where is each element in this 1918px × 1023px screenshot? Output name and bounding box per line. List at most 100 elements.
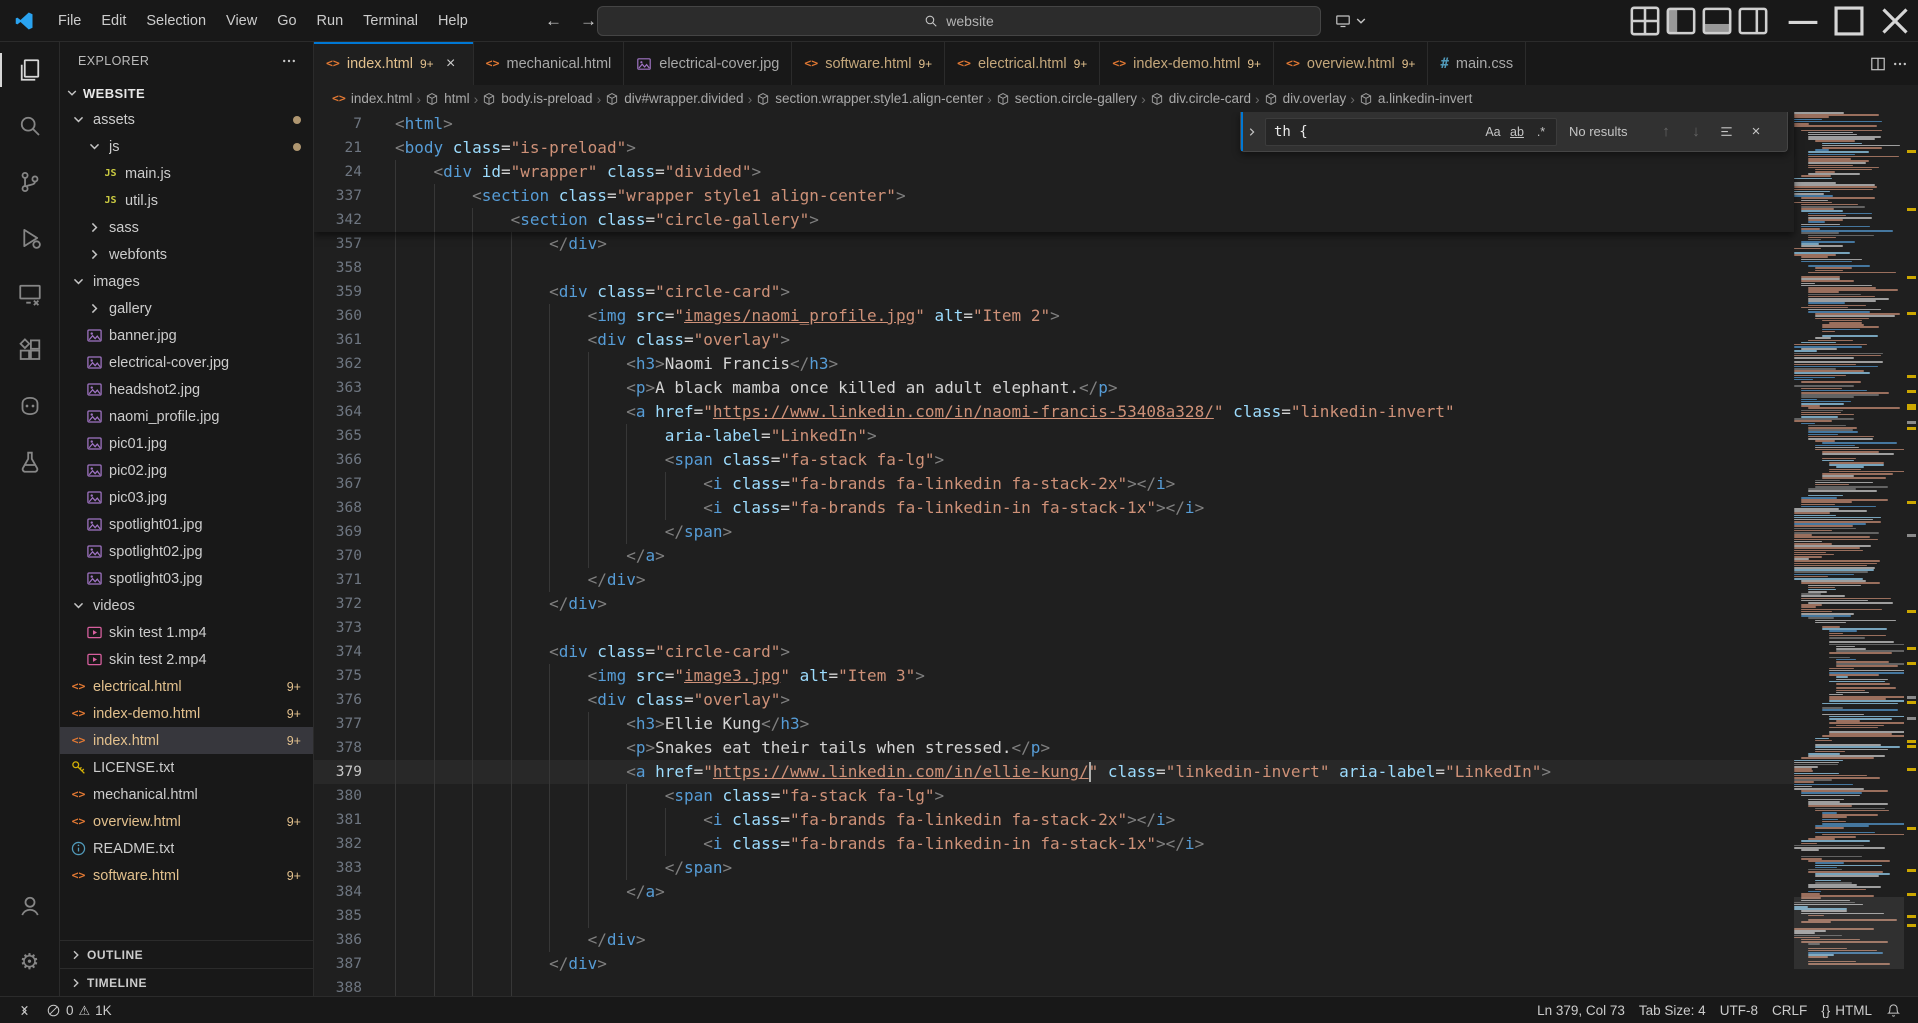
breadcrumb-item[interactable]: div#wrapper.divided (605, 91, 743, 106)
tree-item-spotlight02.jpg[interactable]: spotlight02.jpg (60, 538, 313, 565)
code-line-380[interactable]: 380<span class="fa-stack fa-lg"> (314, 784, 1794, 808)
minimize-button[interactable] (1780, 0, 1826, 42)
tree-item-mechanical.html[interactable]: <>mechanical.html (60, 781, 313, 808)
code-line-372[interactable]: 372</div> (314, 592, 1794, 616)
menu-help[interactable]: Help (428, 6, 478, 36)
tree-item-util.js[interactable]: JSutil.js (60, 187, 313, 214)
split-editor-icon[interactable] (1870, 56, 1886, 72)
more-actions-icon[interactable] (1892, 56, 1908, 72)
regex-toggle[interactable]: .* (1529, 120, 1553, 144)
tree-item-naomi_profile.jpg[interactable]: naomi_profile.jpg (60, 403, 313, 430)
code-line-24[interactable]: 24<div id="wrapper" class="divided"> (314, 160, 1794, 184)
previous-match-icon[interactable]: ↑ (1653, 119, 1679, 145)
menu-run[interactable]: Run (307, 6, 354, 36)
maximize-button[interactable] (1826, 0, 1872, 42)
tree-item-spotlight01.jpg[interactable]: spotlight01.jpg (60, 511, 313, 538)
code-line-360[interactable]: 360<img src="images/naomi_profile.jpg" a… (314, 304, 1794, 328)
tree-item-electrical-cover.jpg[interactable]: electrical-cover.jpg (60, 349, 313, 376)
more-actions-icon[interactable] (281, 53, 297, 69)
menu-edit[interactable]: Edit (91, 6, 136, 36)
minimap-slider[interactable] (1794, 897, 1904, 969)
code-line-362[interactable]: 362<h3>Naomi Francis</h3> (314, 352, 1794, 376)
customize-layout-icon[interactable] (1628, 6, 1662, 36)
notifications-bell[interactable] (1879, 1003, 1908, 1018)
encoding[interactable]: UTF-8 (1713, 1003, 1765, 1018)
cursor-position[interactable]: Ln 379, Col 73 (1530, 1003, 1632, 1018)
menu-terminal[interactable]: Terminal (353, 6, 428, 36)
activity-testing[interactable] (0, 434, 59, 490)
tab-software.html[interactable]: <>software.html9+ (792, 42, 945, 85)
tree-item-LICENSE.txt[interactable]: LICENSE.txt (60, 754, 313, 781)
problems-indicator[interactable]: 0 ⚠ 1K (39, 997, 119, 1023)
tree-item-main.js[interactable]: JSmain.js (60, 160, 313, 187)
match-case-toggle[interactable]: Aa (1481, 120, 1505, 144)
code-line-342[interactable]: 342<section class="circle-gallery"> (314, 208, 1794, 232)
find-in-selection-icon[interactable] (1713, 119, 1739, 145)
code-line-374[interactable]: 374<div class="circle-card"> (314, 640, 1794, 664)
tab-overview.html[interactable]: <>overview.html9+ (1274, 42, 1428, 85)
code-line-359[interactable]: 359<div class="circle-card"> (314, 280, 1794, 304)
find-input[interactable]: th { Aa ab .* (1265, 118, 1557, 146)
code-line-364[interactable]: 364<a href="https://www.linkedin.com/in/… (314, 400, 1794, 424)
tree-item-spotlight03.jpg[interactable]: spotlight03.jpg (60, 565, 313, 592)
go-forward-icon[interactable]: → (580, 11, 597, 31)
code-line-363[interactable]: 363<p>A black mamba once killed an adult… (314, 376, 1794, 400)
tree-item-skin-test-1.mp4[interactable]: skin test 1.mp4 (60, 619, 313, 646)
code-line-386[interactable]: 386</div> (314, 928, 1794, 952)
toggle-secondary-sidebar-icon[interactable] (1736, 6, 1770, 36)
toggle-panel-icon[interactable] (1700, 6, 1734, 36)
activity-remote-explorer[interactable] (0, 266, 59, 322)
editor[interactable]: 357</div>358359<div class="circle-card">… (314, 112, 1918, 996)
breadcrumb-item[interactable]: <>index.html (332, 91, 412, 106)
toggle-replace-icon[interactable] (1241, 112, 1261, 151)
tab-mechanical.html[interactable]: <>mechanical.html (474, 42, 625, 85)
code-line-366[interactable]: 366<span class="fa-stack fa-lg"> (314, 448, 1794, 472)
tree-item-software.html[interactable]: <>software.html9+ (60, 862, 313, 889)
code-line-337[interactable]: 337<section class="wrapper style1 align-… (314, 184, 1794, 208)
tree-item-pic02.jpg[interactable]: pic02.jpg (60, 457, 313, 484)
code-line-375[interactable]: 375<img src="image3.jpg" alt="Item 3"> (314, 664, 1794, 688)
activity-explorer[interactable] (0, 42, 59, 98)
tree-item-headshot2.jpg[interactable]: headshot2.jpg (60, 376, 313, 403)
activity-extensions[interactable] (0, 322, 59, 378)
tree-item-index-demo.html[interactable]: <>index-demo.html9+ (60, 700, 313, 727)
timeline-section[interactable]: TIMELINE (60, 968, 313, 996)
tree-item-js[interactable]: js (60, 133, 313, 160)
tree-item-images[interactable]: images (60, 268, 313, 295)
tree-item-README.txt[interactable]: README.txt (60, 835, 313, 862)
tree-item-webfonts[interactable]: webfonts (60, 241, 313, 268)
close-tab-icon[interactable]: × (441, 54, 461, 74)
code-line-382[interactable]: 382<i class="fa-brands fa-linkedin-in fa… (314, 832, 1794, 856)
tree-item-videos[interactable]: videos (60, 592, 313, 619)
code-line-377[interactable]: 377<h3>Ellie Kung</h3> (314, 712, 1794, 736)
code-line-357[interactable]: 357</div> (314, 232, 1794, 256)
next-match-icon[interactable]: ↓ (1683, 119, 1709, 145)
code-line-373[interactable]: 373 (314, 616, 1794, 640)
tree-item-sass[interactable]: sass (60, 214, 313, 241)
breadcrumb-item[interactable]: html (425, 91, 470, 106)
breadcrumb-item[interactable]: section.circle-gallery (996, 91, 1137, 106)
breadcrumb-item[interactable]: a.linkedin-invert (1359, 91, 1473, 106)
tree-item-gallery[interactable]: gallery (60, 295, 313, 322)
tab-index-demo.html[interactable]: <>index-demo.html9+ (1100, 42, 1274, 85)
code-line-379[interactable]: 379<a href="https://www.linkedin.com/in/… (314, 760, 1794, 784)
code-line-365[interactable]: 365aria-label="LinkedIn"> (314, 424, 1794, 448)
code-line-368[interactable]: 368<i class="fa-brands fa-linkedin-in fa… (314, 496, 1794, 520)
language-mode[interactable]: {} HTML (1814, 1003, 1879, 1018)
close-find-icon[interactable]: × (1743, 119, 1769, 145)
tree-item-index.html[interactable]: <>index.html9+ (60, 727, 313, 754)
activity-settings[interactable]: ⚙ (0, 934, 59, 990)
code-line-378[interactable]: 378<p>Snakes eat their tails when stress… (314, 736, 1794, 760)
tree-item-banner.jpg[interactable]: banner.jpg (60, 322, 313, 349)
breadcrumb-item[interactable]: section.wrapper.style1.align-center (756, 91, 983, 106)
breadcrumb-item[interactable]: div.overlay (1264, 91, 1347, 106)
close-button[interactable] (1872, 0, 1918, 42)
tree-item-pic03.jpg[interactable]: pic03.jpg (60, 484, 313, 511)
code-line-370[interactable]: 370</a> (314, 544, 1794, 568)
menu-view[interactable]: View (216, 6, 267, 36)
eol-indicator[interactable]: CRLF (1765, 1003, 1814, 1018)
menu-go[interactable]: Go (267, 6, 306, 36)
indentation[interactable]: Tab Size: 4 (1632, 1003, 1713, 1018)
breadcrumb-item[interactable]: div.circle-card (1150, 91, 1251, 106)
tree-item-skin-test-2.mp4[interactable]: skin test 2.mp4 (60, 646, 313, 673)
